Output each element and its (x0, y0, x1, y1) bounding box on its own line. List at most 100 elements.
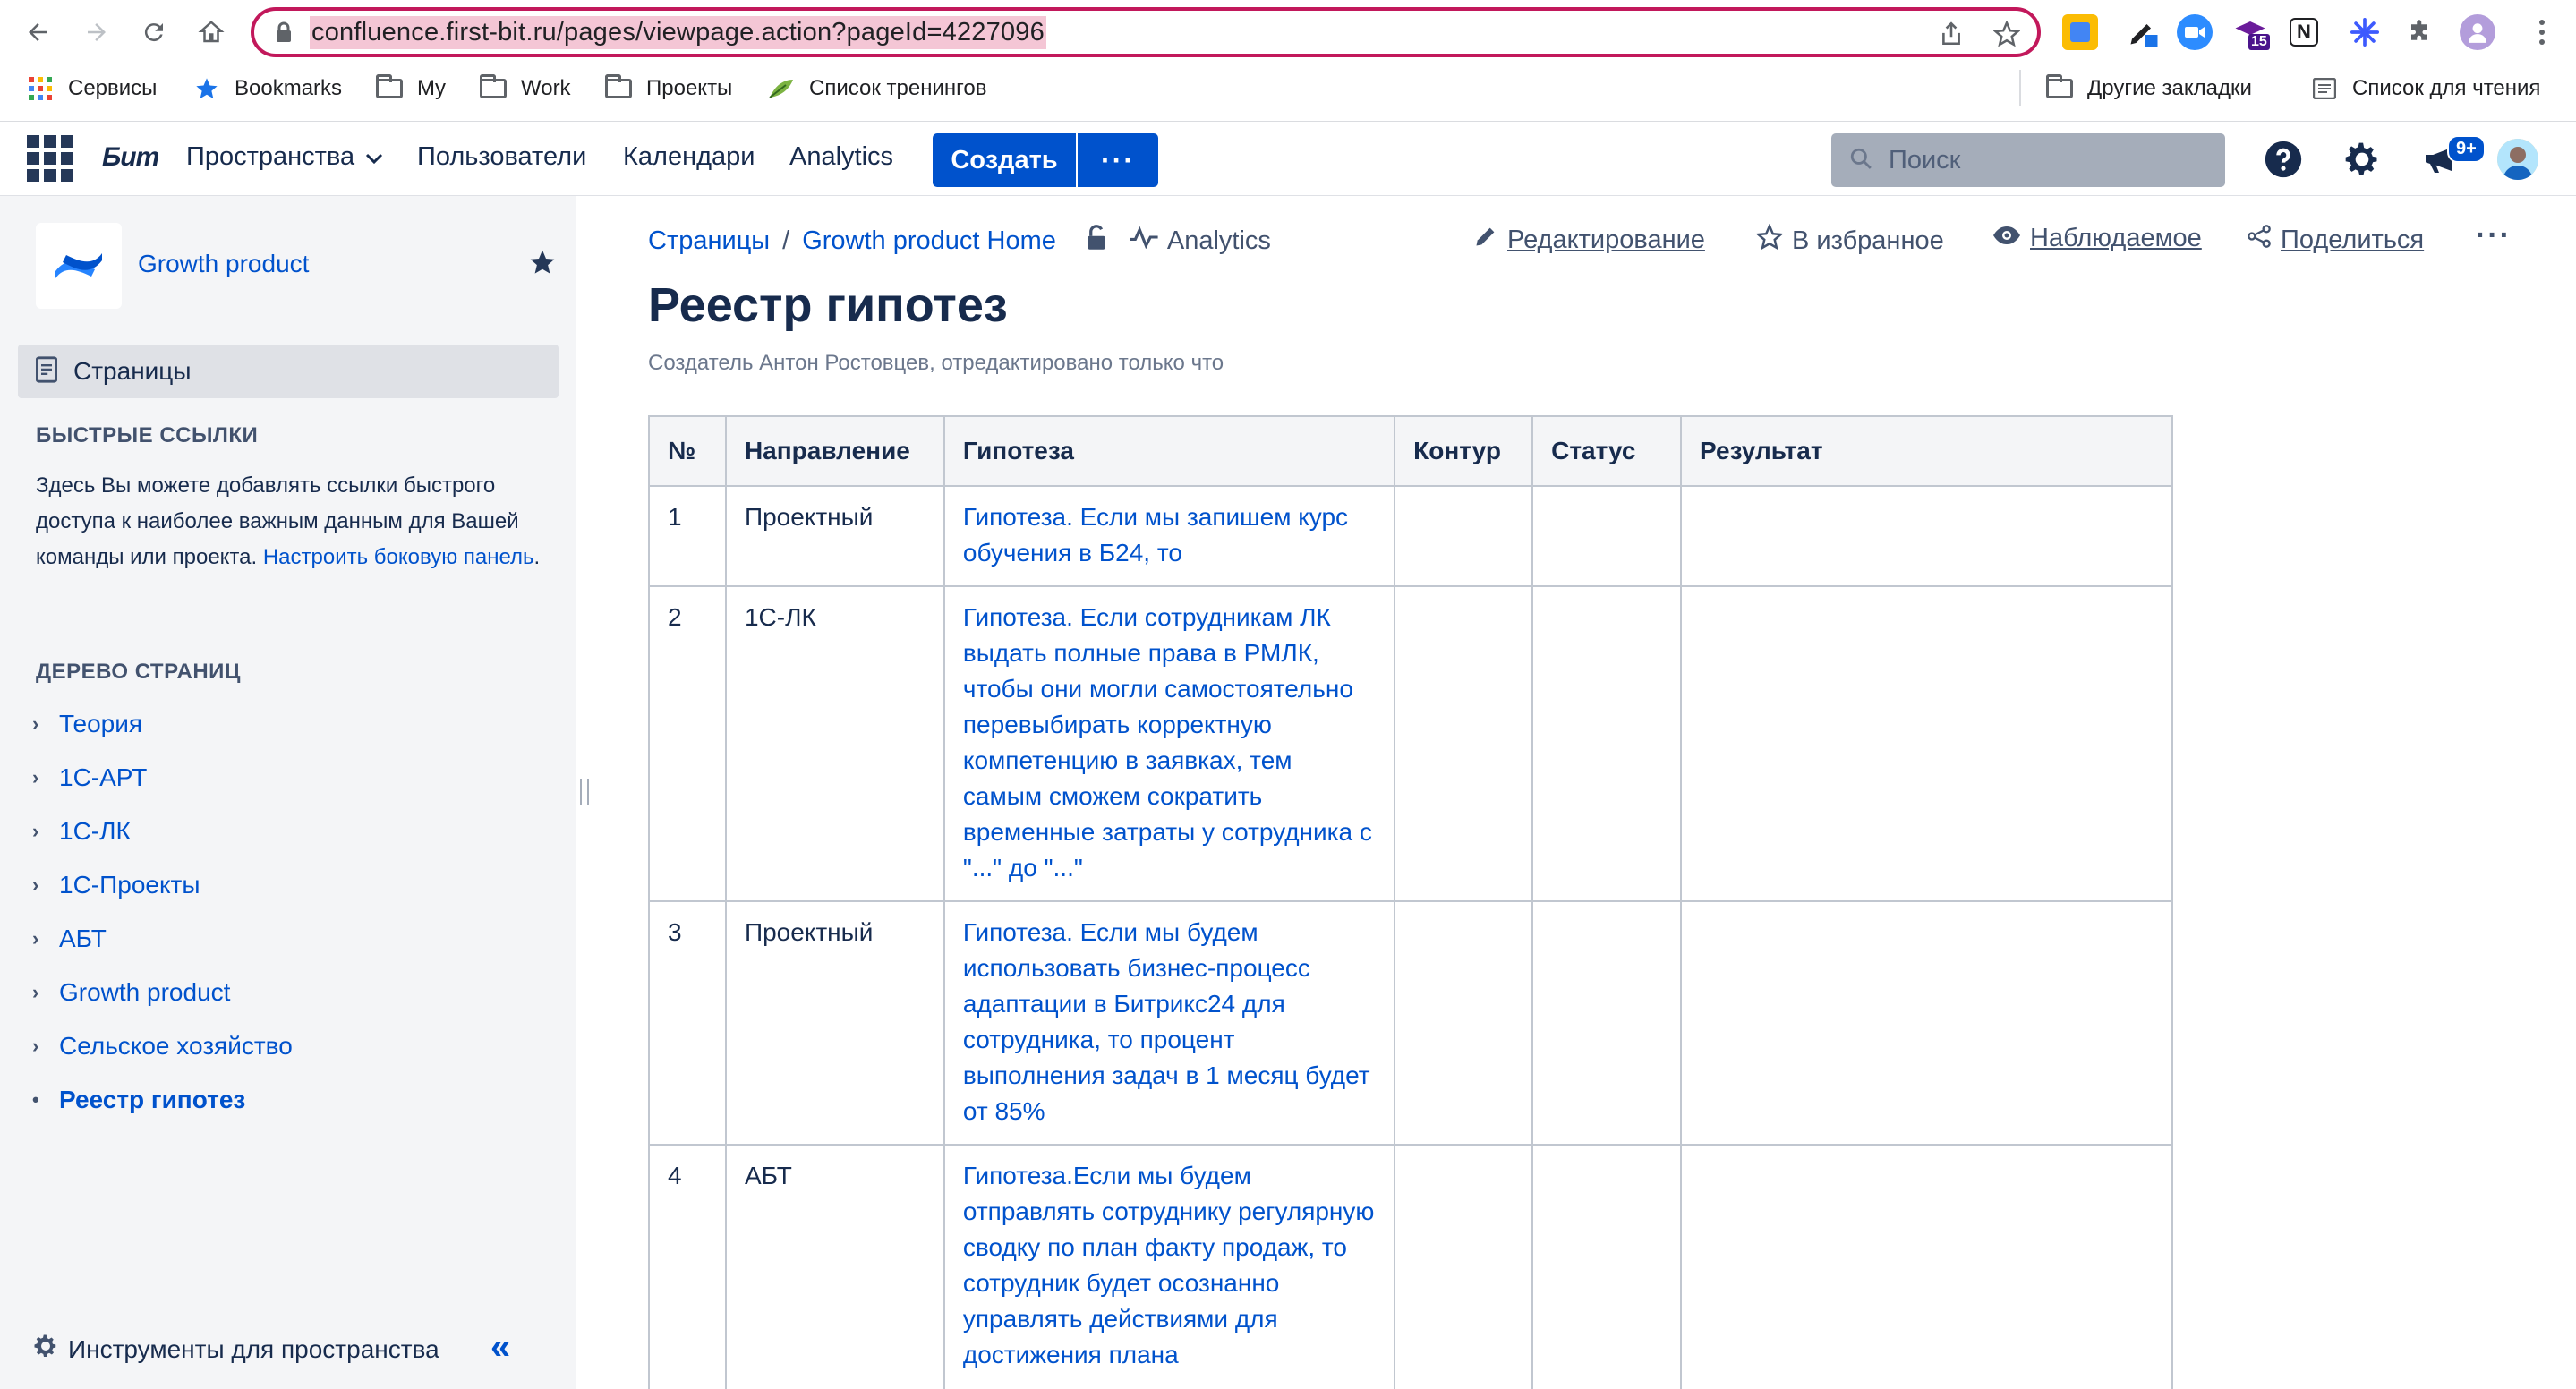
bookmark-star-icon[interactable] (1991, 18, 2023, 50)
configure-sidebar-link[interactable]: Настроить боковую панель (263, 545, 534, 569)
cell-status (1531, 485, 1683, 587)
favorite-button[interactable]: В избранное (1755, 223, 1944, 258)
cell-number: 4 (648, 1144, 727, 1389)
search-icon (1849, 147, 1872, 175)
cell-result (1680, 1144, 2173, 1389)
share-button[interactable]: Поделиться (2247, 224, 2424, 256)
tree-item-1c-lk[interactable]: › 1С-ЛК (32, 814, 131, 849)
cell-result (1680, 900, 2173, 1146)
help-icon[interactable] (2263, 139, 2304, 180)
tree-item-hypothesis-registry[interactable]: • Реестр гипотез (32, 1082, 245, 1118)
edit-button[interactable]: Редактирование (1473, 224, 1705, 256)
bookmarks-divider (2019, 70, 2021, 106)
breadcrumb-separator: / (782, 226, 790, 255)
table-row: 2 1С-ЛК Гипотеза. Если сотрудникам ЛК вы… (648, 585, 2173, 902)
cell-hypothesis-link[interactable]: Гипотеза. Если сотрудникам ЛК выдать пол… (943, 585, 1396, 902)
star-icon (193, 77, 220, 100)
tree-item-abt[interactable]: › АБТ (32, 921, 107, 957)
back-icon[interactable] (18, 13, 57, 52)
tree-item-1c-projects[interactable]: › 1С-Проекты (32, 867, 200, 903)
create-more-button[interactable]: ··· (1078, 133, 1158, 187)
chevron-right-icon[interactable]: › (32, 927, 59, 950)
forward-icon[interactable] (77, 13, 116, 52)
nav-analytics[interactable]: Analytics (789, 142, 893, 172)
bookmark-projects[interactable]: Проекты (605, 74, 732, 102)
user-avatar[interactable] (2497, 139, 2538, 180)
extension-snowflake-icon[interactable] (2347, 14, 2383, 50)
nav-users[interactable]: Пользователи (417, 142, 586, 172)
column-header[interactable]: Статус (1531, 415, 1683, 487)
cell-hypothesis-link[interactable]: Гипотеза. Если мы запишем курс обучения … (943, 485, 1396, 587)
url-text[interactable]: confluence.first-bit.ru/pages/viewpage.a… (310, 15, 1046, 49)
extension-sheets-icon[interactable] (2062, 14, 2098, 50)
apps-grid-icon (27, 77, 54, 100)
cell-direction: 1С-ЛК (724, 585, 945, 902)
share-page-icon[interactable] (1935, 18, 1967, 50)
tree-item-growth-product[interactable]: › Growth product (32, 975, 230, 1010)
column-header[interactable]: Результат (1680, 415, 2173, 487)
folder-icon (376, 74, 403, 100)
breadcrumb-pages[interactable]: Страницы (648, 226, 770, 256)
settings-gear-icon[interactable] (2341, 139, 2383, 180)
chevron-right-icon[interactable]: › (32, 712, 59, 736)
lock-icon (274, 21, 294, 44)
chevron-right-icon[interactable]: › (32, 766, 59, 789)
space-name[interactable]: Growth product (138, 250, 309, 278)
reload-icon[interactable] (134, 13, 174, 52)
home-icon[interactable] (192, 13, 231, 52)
analytics-link[interactable]: Analytics (1128, 226, 1271, 256)
sidebar-resize-handle[interactable] (580, 779, 589, 805)
cell-direction: АБТ (724, 1144, 945, 1389)
chevron-right-icon[interactable]: › (32, 820, 59, 843)
search-input[interactable]: Поиск (1831, 133, 2225, 187)
browser-menu-icon[interactable] (2522, 13, 2562, 52)
profile-avatar-icon[interactable] (2460, 14, 2495, 50)
column-header[interactable]: № (648, 415, 727, 487)
column-header[interactable]: Контур (1394, 415, 1534, 487)
bookmarks-bar: Сервисы Bookmarks My Work Проекты Список… (0, 66, 2576, 111)
space-tools-button[interactable]: Инструменты для пространства (32, 1333, 439, 1366)
cell-direction: Проектный (724, 900, 945, 1146)
create-button[interactable]: Создать (933, 133, 1076, 187)
tree-item-1c-art[interactable]: › 1С-АРТ (32, 760, 147, 796)
column-header[interactable]: Направление (724, 415, 945, 487)
confluence-header: Бит Пространства Пользователи Календари … (0, 123, 2576, 196)
app-switcher-icon[interactable] (27, 135, 73, 182)
cell-number: 2 (648, 585, 727, 902)
tree-item-agriculture[interactable]: › Сельское хозяйство (32, 1028, 293, 1064)
bookmark-bookmarks[interactable]: Bookmarks (193, 75, 342, 102)
watch-button[interactable]: Наблюдаемое (1992, 224, 2202, 253)
collapse-sidebar-icon[interactable]: « (490, 1327, 510, 1368)
chevron-right-icon[interactable]: › (32, 1035, 59, 1058)
chevron-right-icon[interactable]: › (32, 873, 59, 897)
table-row: 4 АБТ Гипотеза.Если мы будем отправлять … (648, 1144, 2173, 1389)
extensions-puzzle-icon[interactable] (2402, 14, 2438, 50)
breadcrumb-growth-home[interactable]: Growth product Home (802, 226, 1056, 256)
sidebar-item-pages[interactable]: Страницы (18, 345, 559, 398)
space-logo-icon[interactable] (36, 223, 122, 309)
cell-status (1531, 900, 1683, 1146)
extension-graduation-icon[interactable]: 15 (2232, 14, 2270, 50)
bookmark-services[interactable]: Сервисы (27, 75, 157, 102)
cell-hypothesis-link[interactable]: Гипотеза. Если мы будем использовать биз… (943, 900, 1396, 1146)
extension-pen-icon[interactable] (2125, 14, 2161, 50)
bookmark-my[interactable]: My (376, 74, 446, 102)
tree-item-theory[interactable]: › Теория (32, 706, 142, 742)
extension-zoom-icon[interactable] (2177, 14, 2213, 50)
reading-list[interactable]: Список для чтения (2311, 75, 2540, 102)
notion-icon[interactable]: N (2290, 18, 2318, 47)
logo[interactable]: Бит (102, 142, 159, 173)
folder-icon (2046, 74, 2073, 100)
nav-spaces[interactable]: Пространства (186, 142, 383, 172)
bookmark-other[interactable]: Другие закладки (2046, 74, 2252, 102)
column-header[interactable]: Гипотеза (943, 415, 1396, 487)
bookmark-trainings[interactable]: Список тренингов (768, 75, 986, 102)
bookmark-work[interactable]: Work (480, 74, 571, 102)
restrictions-unlock-icon[interactable] (1085, 224, 1108, 258)
address-bar[interactable]: confluence.first-bit.ru/pages/viewpage.a… (251, 7, 2041, 57)
nav-calendars[interactable]: Календари (623, 142, 755, 172)
cell-hypothesis-link[interactable]: Гипотеза.Если мы будем отправлять сотруд… (943, 1144, 1396, 1389)
chevron-right-icon[interactable]: › (32, 981, 59, 1004)
more-actions-icon[interactable]: ··· (2476, 218, 2512, 253)
favorite-space-star-icon[interactable] (528, 248, 559, 278)
